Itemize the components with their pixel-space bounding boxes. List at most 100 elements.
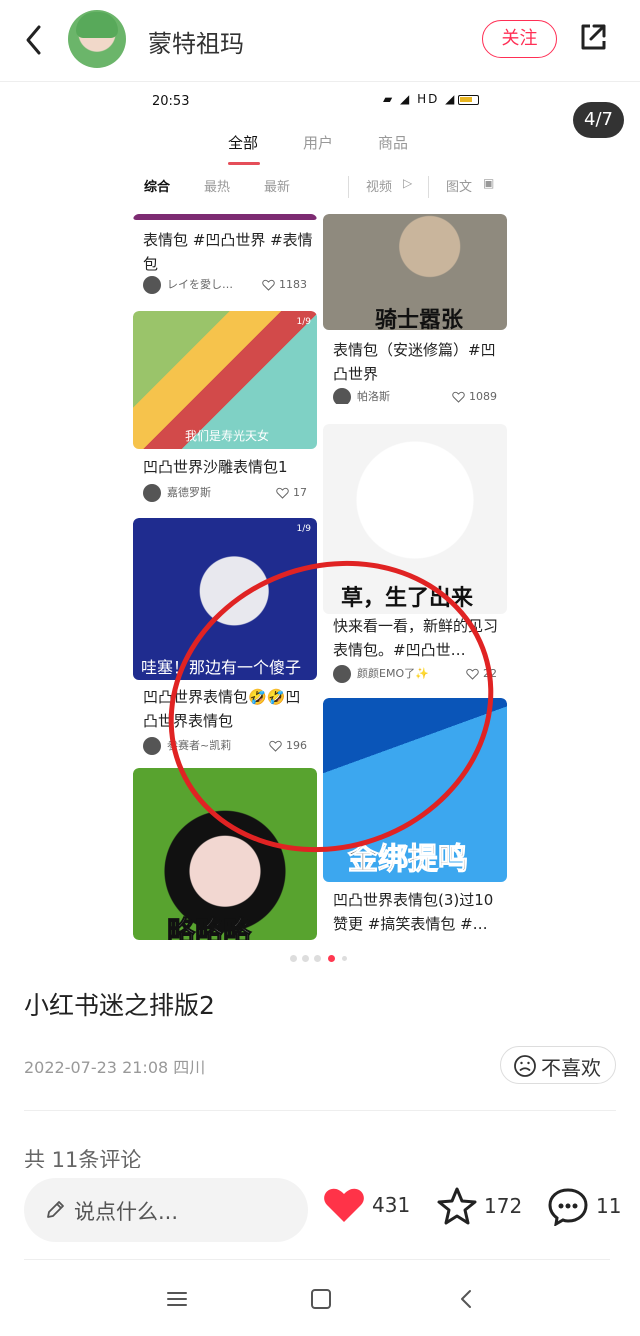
back-icon[interactable] (20, 22, 48, 58)
top-bar: 蒙特祖玛 关注 (0, 0, 640, 82)
result-card[interactable]: 骑士嚣张 表情包（安迷修篇）#凹凸世界 帕洛斯 1089 (323, 214, 507, 404)
bottom-divider (24, 1259, 610, 1260)
result-card[interactable]: 略略略 (133, 768, 317, 940)
comment-stat[interactable]: 11 (546, 1186, 622, 1227)
card-meta: 参赛者~凯莉 196 (143, 736, 307, 756)
comment-count-total: 11 (596, 1194, 622, 1218)
carousel-dot[interactable] (302, 955, 309, 962)
card-image: 1/9 哇塞！那边有一个傻子 (133, 518, 317, 680)
image-tag: 1/9 (296, 524, 311, 534)
card-title: 凹凸世界沙雕表情包1 (143, 458, 288, 476)
like-count: 1183 (262, 275, 307, 295)
card-user: レイを愛し… (167, 278, 233, 291)
image-caption: 骑士嚣张 (375, 308, 464, 330)
card-image: 略略略 (133, 768, 317, 940)
card-title: 快来看一看，新鲜的见习表情包。#凹凸世… (333, 617, 499, 659)
user-avatar (333, 665, 351, 683)
filter-bar: 综合 最热 最新 视频 ▷ 图文 ▣ (128, 176, 512, 204)
card-image: 1/9 我们是寿光天女 (133, 311, 317, 449)
user-avatar (143, 484, 161, 502)
status-time: 20:53 (152, 94, 190, 109)
like-value: 17 (293, 486, 307, 499)
like-count-total: 431 (372, 1193, 411, 1217)
comment-input[interactable]: 说点什么... (24, 1178, 308, 1242)
carousel-dot[interactable] (342, 956, 347, 961)
card-user: 颜颜EMO了✨ (357, 667, 429, 680)
star-icon (437, 1187, 477, 1225)
carousel-dot-active[interactable] (328, 955, 335, 962)
result-card[interactable]: 表情包 #凹凸世界 #表情包 レイを愛し… 1183 (133, 214, 317, 306)
like-count: 17 (276, 483, 307, 503)
like-value: 196 (286, 739, 307, 752)
video-icon: ▷ (403, 176, 413, 190)
section-divider (24, 1110, 616, 1111)
menu-nav-button[interactable] (162, 1284, 192, 1314)
tab-products[interactable]: 商品 (378, 132, 408, 153)
tab-all[interactable]: 全部 (228, 132, 261, 165)
battery-icon (458, 94, 480, 105)
card-title: 表情包 #凹凸世界 #表情包 (143, 231, 313, 273)
hd-icon: HD (417, 92, 440, 106)
author-name[interactable]: 蒙特祖玛 (148, 24, 244, 59)
pencil-icon (47, 1201, 64, 1218)
filter-divider (348, 176, 349, 198)
like-count: 196 (269, 736, 307, 756)
back-nav-button[interactable] (452, 1284, 482, 1314)
card-image: 骑士嚣张 (323, 214, 507, 330)
image-counter: 4/7 (573, 102, 624, 138)
comment-count: 共 11条评论 (24, 1148, 142, 1168)
share-icon[interactable] (576, 20, 610, 54)
home-nav-button[interactable] (306, 1284, 336, 1314)
sad-face-icon (514, 1055, 536, 1077)
card-image: 草，生了出来 (323, 424, 507, 614)
user-avatar (333, 388, 351, 404)
user-avatar (143, 276, 161, 294)
like-value: 22 (483, 667, 497, 680)
post-image-area[interactable]: 4/7 20:53 ▰ ◢ HD ◢ 全部 用户 商品 综合 最热 最新 视频 … (0, 82, 640, 940)
carousel-dot[interactable] (290, 955, 297, 962)
card-meta: 颜颜EMO了✨ 22 (333, 664, 497, 684)
filter-divider (428, 176, 429, 198)
filter-video[interactable]: 视频 (366, 176, 392, 195)
like-stat[interactable]: 431 (322, 1186, 410, 1224)
favorite-count: 172 (484, 1194, 523, 1218)
image-icon: ▣ (483, 176, 495, 190)
author-avatar[interactable] (68, 10, 126, 68)
like-value: 1089 (469, 390, 497, 403)
card-user: 帕洛斯 (357, 390, 390, 403)
filter-general[interactable]: 综合 (144, 176, 170, 195)
bottom-action-bar: 说点什么... 431 172 11 (0, 1168, 640, 1266)
carousel-dots (290, 955, 360, 963)
image-caption: 略略略 (166, 915, 252, 941)
result-card[interactable]: 金绑提鸣 凹凸世界表情包(3)过10赞更 #搞笑表情包 #… (323, 698, 507, 940)
user-avatar (143, 737, 161, 755)
card-image (133, 214, 317, 220)
heart-icon (324, 1188, 364, 1222)
card-meta: 帕洛斯 1089 (333, 387, 497, 404)
system-navigation (0, 1276, 640, 1336)
image-caption: 草，生了出来 (341, 586, 474, 611)
card-user: 嘉德罗斯 (167, 486, 211, 499)
filter-new[interactable]: 最新 (264, 176, 290, 195)
result-card[interactable]: 1/9 哇塞！那边有一个傻子 凹凸世界表情包🤣🤣凹凸世界表情包 参赛者~凯莉 1… (133, 518, 317, 760)
screenshot-phone: 20:53 ▰ ◢ HD ◢ 全部 用户 商品 综合 最热 最新 视频 ▷ 图文… (128, 82, 512, 940)
dislike-label: 不喜欢 (541, 1056, 601, 1080)
image-tag: 1/9 (296, 317, 311, 327)
post-title: 小红书迷之排版2 (24, 991, 215, 1020)
post-date-location: 2022-07-23 21:08 四川 (24, 1058, 206, 1077)
results-grid: 表情包 #凹凸世界 #表情包 レイを愛し… 1183 1/9 我们是寿光天女 凹… (128, 214, 512, 940)
image-caption: 我们是寿光天女 (185, 429, 270, 443)
card-meta: レイを愛し… 1183 (143, 275, 307, 295)
tab-users[interactable]: 用户 (303, 132, 333, 153)
dislike-button[interactable]: 不喜欢 (500, 1046, 616, 1084)
follow-button[interactable]: 关注 (482, 20, 557, 58)
filter-text-image[interactable]: 图文 (446, 176, 472, 195)
like-value: 1183 (279, 278, 307, 291)
carousel-dot[interactable] (314, 955, 321, 962)
comment-placeholder: 说点什么... (74, 1200, 179, 1224)
result-card[interactable]: 草，生了出来 快来看一看，新鲜的见习表情包。#凹凸世… 颜颜EMO了✨ 22 (323, 424, 507, 694)
result-card[interactable]: 1/9 我们是寿光天女 凹凸世界沙雕表情包1 嘉德罗斯 17 (133, 311, 317, 511)
favorite-stat[interactable]: 172 (436, 1186, 522, 1226)
filter-hot[interactable]: 最热 (204, 176, 230, 195)
like-count: 1089 (452, 387, 497, 404)
